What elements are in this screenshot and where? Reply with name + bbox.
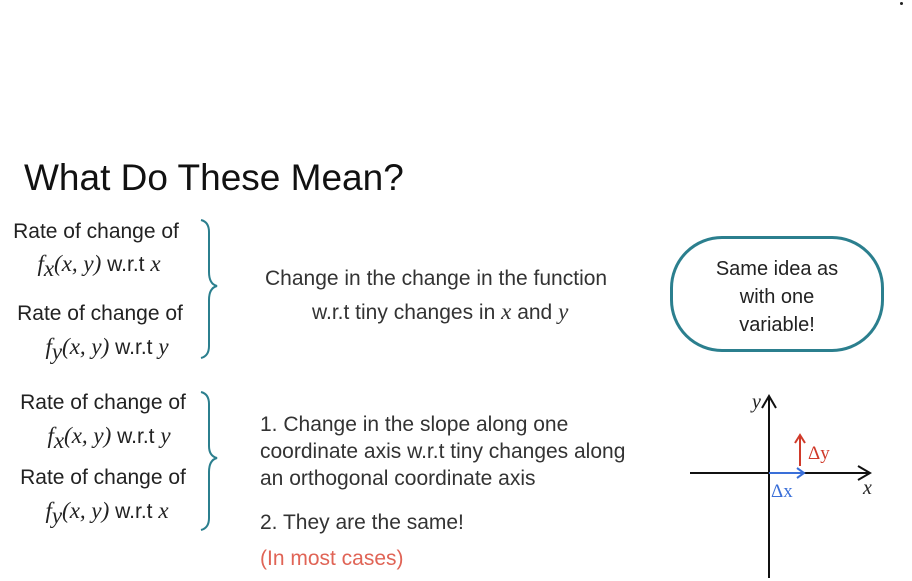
dy-label: Δy [808,443,830,464]
top-brace [200,219,218,359]
x-axis-label: x [862,477,872,499]
bottom-brace [200,391,218,531]
diagram-layer: y x Δx Δy [200,219,872,578]
y-axis-label: y [750,391,761,413]
dx-label: Δx [771,481,793,502]
slide: What Do These Mean? Rate of change of fx… [0,0,912,581]
